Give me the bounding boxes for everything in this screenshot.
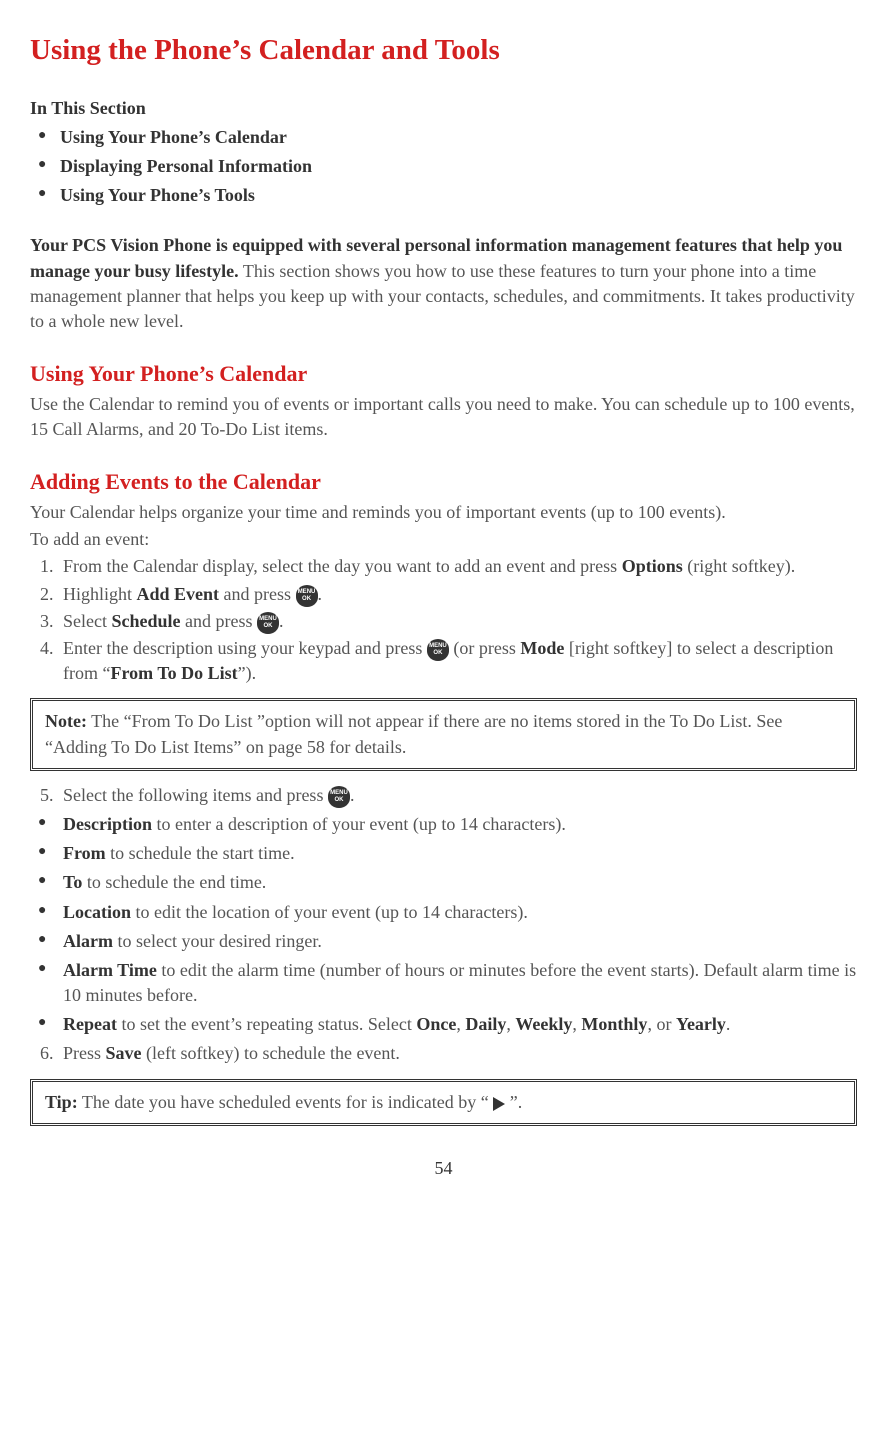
menu-ok-icon: MENUOK — [257, 612, 279, 634]
item-list: Description to enter a description of yo… — [30, 812, 857, 1038]
in-this-section-label: In This Section — [30, 96, 857, 121]
steps-list: From the Calendar display, select the da… — [30, 554, 857, 686]
page-number: 54 — [30, 1156, 857, 1181]
calendar-paragraph: Use the Calendar to remind you of events… — [30, 392, 857, 442]
tip-text-b: ”. — [505, 1092, 522, 1112]
steps-list-5: Select the following items and press MEN… — [30, 783, 857, 808]
step-3: Select Schedule and press MENUOK. — [58, 609, 857, 634]
step-4: Enter the description using your keypad … — [58, 636, 857, 686]
section-item: Displaying Personal Information — [30, 154, 857, 179]
item-to: To to schedule the end time. — [30, 870, 857, 895]
section-item: Using Your Phone’s Tools — [30, 183, 857, 208]
to-add-label: To add an event: — [30, 527, 857, 552]
note-label: Note: — [45, 711, 87, 731]
menu-ok-icon: MENUOK — [328, 786, 350, 808]
section-item: Using Your Phone’s Calendar — [30, 125, 857, 150]
menu-ok-icon: MENUOK — [427, 639, 449, 661]
step-1: From the Calendar display, select the da… — [58, 554, 857, 579]
step-6: Press Save (left softkey) to schedule th… — [58, 1041, 857, 1066]
item-description: Description to enter a description of yo… — [30, 812, 857, 837]
tip-text-a: The date you have scheduled events for i… — [78, 1092, 494, 1112]
adding-paragraph: Your Calendar helps organize your time a… — [30, 500, 857, 525]
menu-ok-icon: MENUOK — [296, 585, 318, 607]
note-text: The “From To Do List ”option will not ap… — [45, 711, 782, 756]
item-alarm-time: Alarm Time to edit the alarm time (numbe… — [30, 958, 857, 1008]
heading-calendar: Using Your Phone’s Calendar — [30, 359, 857, 390]
page-title: Using the Phone’s Calendar and Tools — [30, 30, 857, 71]
intro-paragraph: Your PCS Vision Phone is equipped with s… — [30, 233, 857, 334]
steps-list-6: Press Save (left softkey) to schedule th… — [30, 1041, 857, 1066]
heading-adding-events: Adding Events to the Calendar — [30, 467, 857, 498]
item-alarm: Alarm to select your desired ringer. — [30, 929, 857, 954]
item-from: From to schedule the start time. — [30, 841, 857, 866]
item-repeat: Repeat to set the event’s repeating stat… — [30, 1012, 857, 1037]
tip-label: Tip: — [45, 1092, 78, 1112]
step-2: Highlight Add Event and press MENUOK. — [58, 582, 857, 607]
section-list: Using Your Phone’s Calendar Displaying P… — [30, 125, 857, 209]
step-5: Select the following items and press MEN… — [58, 783, 857, 808]
play-icon — [493, 1097, 505, 1111]
tip-box: Tip: The date you have scheduled events … — [30, 1079, 857, 1126]
item-location: Location to edit the location of your ev… — [30, 900, 857, 925]
note-box: Note: The “From To Do List ”option will … — [30, 698, 857, 770]
